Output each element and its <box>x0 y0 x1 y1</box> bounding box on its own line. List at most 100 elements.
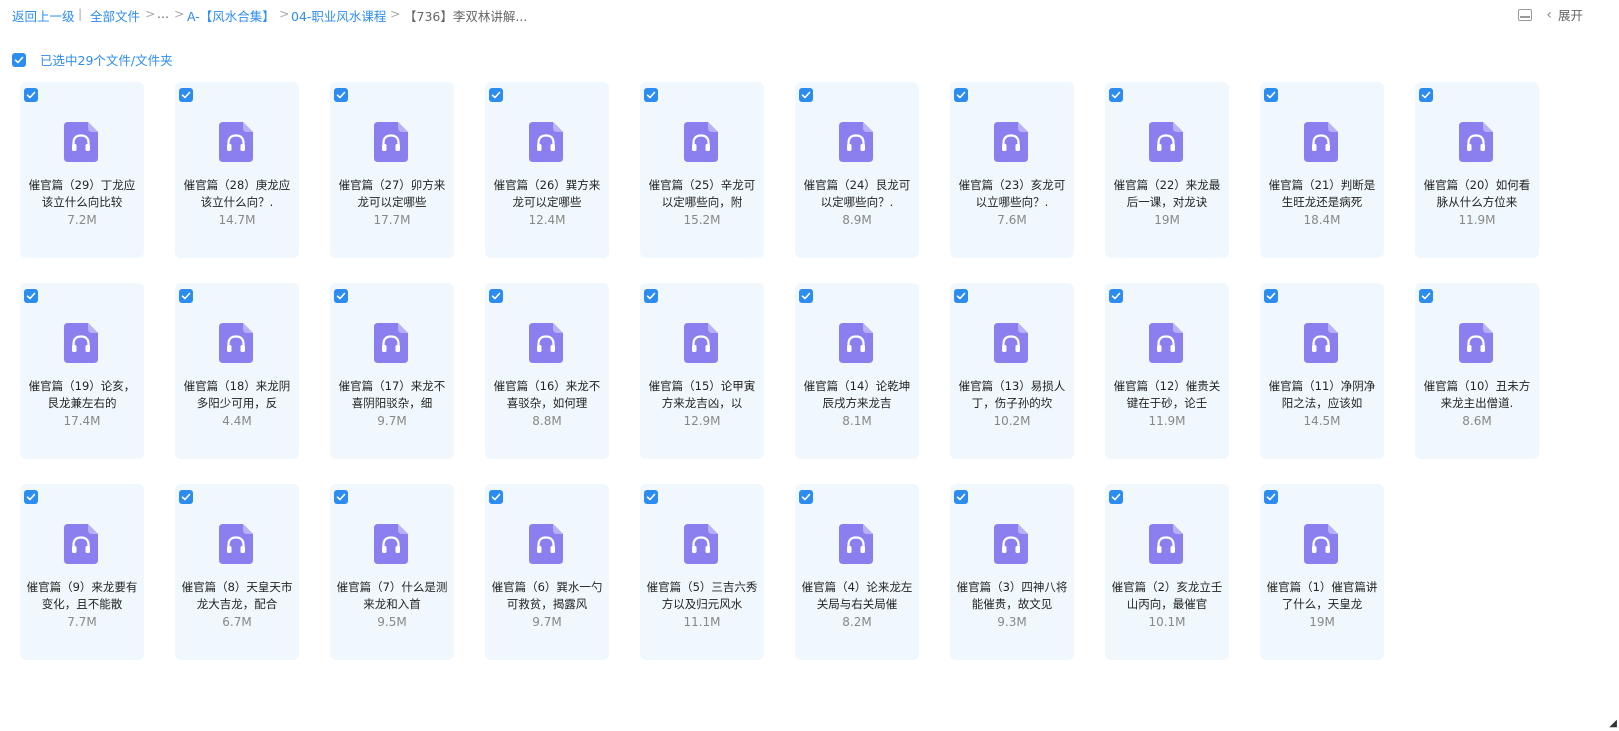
file-checkbox[interactable] <box>954 88 968 102</box>
file-card[interactable]: 催官篇（12）催贵关键在于砂，论壬 11.9M <box>1105 283 1229 459</box>
file-card[interactable]: 催官篇（26）巽方来龙可以定哪些 12.4M <box>485 82 609 258</box>
check-icon <box>181 292 191 300</box>
file-card[interactable]: 催官篇（5）三吉六秀方以及归元风水 11.1M <box>640 484 764 660</box>
file-card[interactable]: 催官篇（1）催官篇讲了什么，天皇龙 19M <box>1260 484 1384 660</box>
file-checkbox[interactable] <box>489 289 503 303</box>
file-card[interactable]: 催官篇（16）来龙不喜驳杂，如何理 8.8M <box>485 283 609 459</box>
file-card[interactable]: 催官篇（9）来龙要有变化，且不能散 7.7M <box>20 484 144 660</box>
file-checkbox[interactable] <box>334 88 348 102</box>
file-size: 12.4M <box>528 213 566 227</box>
file-checkbox[interactable] <box>954 289 968 303</box>
breadcrumb-all-files[interactable]: 全部文件 <box>90 6 140 25</box>
file-grid: 催官篇（29）丁龙应该立什么向比较 7.2M 催官篇（28）庚龙应该立什么向？.… <box>20 82 1539 660</box>
check-icon <box>801 493 811 501</box>
file-checkbox[interactable] <box>1109 88 1123 102</box>
file-card[interactable]: 催官篇（4）论来龙左关局与右关局催 8.2M <box>795 484 919 660</box>
file-checkbox[interactable] <box>24 88 38 102</box>
file-size: 7.6M <box>997 213 1027 227</box>
file-card[interactable]: 催官篇（24）艮龙可以定哪些向？. 8.9M <box>795 82 919 258</box>
file-name: 催官篇（23）亥龙可以立哪些向？. <box>958 178 1066 209</box>
file-size: 19M <box>1309 615 1335 629</box>
file-card[interactable]: 催官篇（6）巽水一勺可救贫，揭露风 9.7M <box>485 484 609 660</box>
file-checkbox[interactable] <box>334 289 348 303</box>
file-card[interactable]: 催官篇（2）亥龙立壬山丙向，最催官 10.1M <box>1105 484 1229 660</box>
file-card[interactable]: 催官篇（10）丑未方来龙主出僧道. 8.6M <box>1415 283 1539 459</box>
file-card[interactable]: 催官篇（8）天皇天市龙大吉龙，配合 6.7M <box>175 484 299 660</box>
file-card[interactable]: 催官篇（13）易损人丁，伤子孙的坎 10.2M <box>950 283 1074 459</box>
file-size: 17.4M <box>63 414 101 428</box>
file-name: 催官篇（15）论甲寅方来龙吉凶，以 <box>648 379 756 410</box>
breadcrumb-ellipsis[interactable]: ... <box>157 6 169 21</box>
file-checkbox[interactable] <box>1109 490 1123 504</box>
file-name: 催官篇（18）来龙阴多阳少可用，反 <box>183 379 291 410</box>
check-icon <box>646 91 656 99</box>
file-card[interactable]: 催官篇（28）庚龙应该立什么向？. 14.7M <box>175 82 299 258</box>
file-checkbox[interactable] <box>489 88 503 102</box>
file-card[interactable]: 催官篇（7）什么是测来龙和入首 9.5M <box>330 484 454 660</box>
breadcrumb-folder-fengshui[interactable]: A-【风水合集】 <box>187 6 275 25</box>
file-size: 18.4M <box>1303 213 1341 227</box>
file-size: 12.9M <box>683 414 721 428</box>
file-checkbox[interactable] <box>179 490 193 504</box>
select-all-checkbox[interactable] <box>12 52 26 67</box>
file-checkbox[interactable] <box>179 289 193 303</box>
file-checkbox[interactable] <box>179 88 193 102</box>
file-checkbox[interactable] <box>1419 289 1433 303</box>
file-card[interactable]: 催官篇（27）卯方来龙可以定哪些 17.7M <box>330 82 454 258</box>
file-card[interactable]: 催官篇（23）亥龙可以立哪些向？. 7.6M <box>950 82 1074 258</box>
check-icon <box>26 292 36 300</box>
file-card[interactable]: 催官篇（19）论亥，艮龙兼左右的 17.4M <box>20 283 144 459</box>
file-checkbox[interactable] <box>954 490 968 504</box>
file-card[interactable]: 催官篇（20）如何看脉从什么方位来 11.9M <box>1415 82 1539 258</box>
file-checkbox[interactable] <box>1264 490 1278 504</box>
check-icon <box>646 292 656 300</box>
file-size: 9.5M <box>377 615 407 629</box>
audio-file-icon <box>219 524 253 564</box>
breadcrumb-separator: > <box>279 6 290 21</box>
file-checkbox[interactable] <box>1264 88 1278 102</box>
file-card[interactable]: 催官篇（11）净阴净阳之法，应该如 14.5M <box>1260 283 1384 459</box>
file-checkbox[interactable] <box>799 490 813 504</box>
file-card[interactable]: 催官篇（17）来龙不喜阴阳驳杂，细 9.7M <box>330 283 454 459</box>
file-checkbox[interactable] <box>644 289 658 303</box>
file-checkbox[interactable] <box>1109 289 1123 303</box>
file-checkbox[interactable] <box>644 88 658 102</box>
file-card[interactable]: 催官篇（22）来龙最后一课，对龙诀 19M <box>1105 82 1229 258</box>
file-card[interactable]: 催官篇（3）四神八将能催贵，故文见 9.3M <box>950 484 1074 660</box>
file-name: 催官篇（19）论亥，艮龙兼左右的 <box>28 379 136 410</box>
file-card[interactable]: 催官篇（21）判断是生旺龙还是病死 18.4M <box>1260 82 1384 258</box>
file-size: 8.9M <box>842 213 872 227</box>
file-checkbox[interactable] <box>1419 88 1433 102</box>
file-card[interactable]: 催官篇（25）辛龙可以定哪些向，附 15.2M <box>640 82 764 258</box>
file-checkbox[interactable] <box>24 289 38 303</box>
audio-file-icon <box>994 122 1028 162</box>
file-card[interactable]: 催官篇（18）来龙阴多阳少可用，反 4.4M <box>175 283 299 459</box>
file-checkbox[interactable] <box>799 88 813 102</box>
layout-toggle-icon[interactable] <box>1518 8 1533 21</box>
file-size: 8.1M <box>842 414 872 428</box>
expand-button[interactable]: ‹ 展开 <box>1546 5 1583 24</box>
check-icon <box>1111 493 1121 501</box>
audio-file-icon <box>684 524 718 564</box>
back-link[interactable]: 返回上一级 <box>12 6 75 25</box>
file-size: 8.2M <box>842 615 872 629</box>
breadcrumb-folder-course[interactable]: 04-职业风水课程 <box>291 6 386 25</box>
file-size: 8.8M <box>532 414 562 428</box>
file-card[interactable]: 催官篇（15）论甲寅方来龙吉凶，以 12.9M <box>640 283 764 459</box>
audio-file-icon <box>529 323 563 363</box>
audio-file-icon <box>1149 323 1183 363</box>
audio-file-icon <box>64 323 98 363</box>
file-size: 17.7M <box>373 213 411 227</box>
audio-file-icon <box>1459 323 1493 363</box>
file-checkbox[interactable] <box>334 490 348 504</box>
file-checkbox[interactable] <box>1264 289 1278 303</box>
file-checkbox[interactable] <box>24 490 38 504</box>
top-bar: 返回上一级 | 全部文件 > ... > A-【风水合集】 > 04-职业风水课… <box>0 0 1619 30</box>
file-checkbox[interactable] <box>799 289 813 303</box>
check-icon <box>1266 493 1276 501</box>
file-card[interactable]: 催官篇（29）丁龙应该立什么向比较 7.2M <box>20 82 144 258</box>
file-size: 10.1M <box>1148 615 1186 629</box>
file-checkbox[interactable] <box>489 490 503 504</box>
file-card[interactable]: 催官篇（14）论乾坤辰戌方来龙吉 8.1M <box>795 283 919 459</box>
file-checkbox[interactable] <box>644 490 658 504</box>
